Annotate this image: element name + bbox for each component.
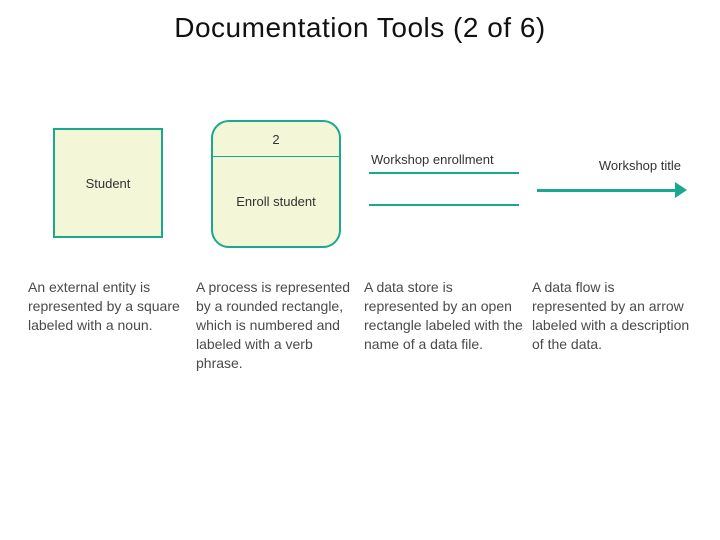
arrow-line-icon [537,189,677,192]
datastore-description: A data store is represented by an open r… [364,278,524,354]
data-flow-arrow-icon: Workshop title [537,158,687,199]
process-cell: 2 Enroll student [196,120,356,248]
arrow-head-icon [675,182,687,198]
data-store-open-rect-icon: Workshop enrollment [369,152,519,206]
process-label: Enroll student [213,157,339,246]
process-rounded-rect-icon: 2 Enroll student [211,120,341,248]
slide: Documentation Tools (2 of 6) Student 2 E… [0,0,720,540]
dataflow-label: Workshop title [599,158,687,181]
symbols-row: Student 2 Enroll student Workshop enroll… [28,120,692,260]
dataflow-cell: Workshop title [532,120,692,199]
arrow-icon [537,181,687,199]
external-entity-square-icon: Student [53,128,163,238]
entity-cell: Student [28,120,188,238]
datastore-cell: Workshop enrollment [364,120,524,206]
datastore-label: Workshop enrollment [369,152,519,172]
entity-description: An external entity is represented by a s… [28,278,188,335]
process-number: 2 [213,122,339,157]
descriptions-row: An external entity is represented by a s… [28,278,692,372]
entity-label: Student [86,176,131,191]
process-description: A process is represented by a rounded re… [196,278,356,372]
page-title: Documentation Tools (2 of 6) [0,12,720,44]
dataflow-description: A data flow is represented by an arrow l… [532,278,692,354]
open-rectangle-icon [369,172,519,206]
